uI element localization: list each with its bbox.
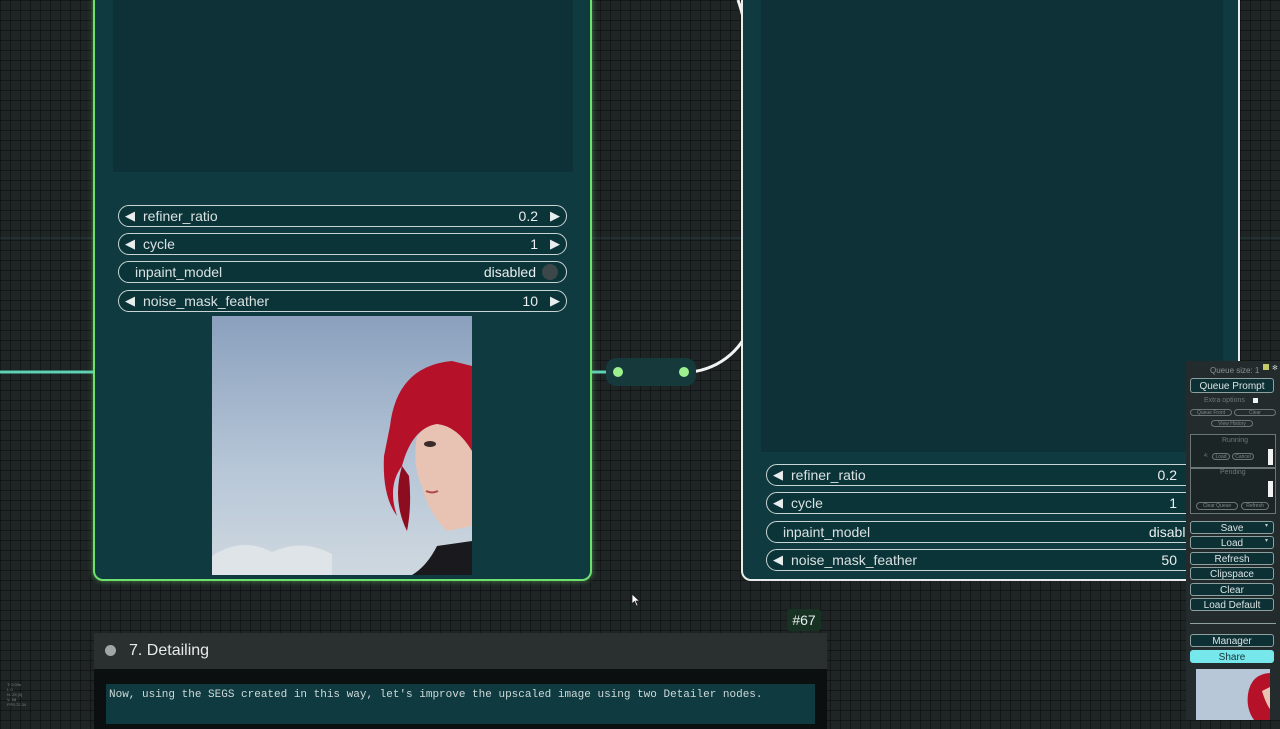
running-queue-box: Running 4: Load Cancel (1190, 434, 1276, 468)
decrement-arrow-icon[interactable]: ◀ (119, 293, 141, 309)
decrement-arrow-icon[interactable]: ◀ (767, 467, 789, 483)
canvas-stats: T: 0.00s I: 0 N: 25 [4] V: 58 FPS:72.34 (7, 682, 26, 707)
pending-label: Pending (1220, 469, 1246, 476)
detailer-node-left[interactable]: ◀ refiner_ratio 0.2 ▶ ◀ cycle 1 ▶ inpain… (93, 0, 592, 581)
settings-gear-icon[interactable] (1263, 364, 1269, 370)
widget-label: refiner_ratio (791, 467, 866, 483)
scrollbar[interactable] (1268, 449, 1273, 465)
input-slot-dot[interactable] (613, 367, 623, 377)
increment-arrow-icon[interactable]: ▶ (544, 236, 566, 252)
detailer-node-right[interactable]: ◀ refiner_ratio 0.2 ◀ cycle 1 inpaint_mo… (741, 0, 1240, 581)
increment-arrow-icon[interactable]: ▶ (544, 293, 566, 309)
load-default-button[interactable]: Load Default (1190, 598, 1274, 611)
widget-label: cycle (791, 495, 823, 511)
decrement-arrow-icon[interactable]: ◀ (119, 236, 141, 252)
panel-divider (1190, 623, 1276, 624)
panel-close-icon[interactable]: ✻ (1272, 364, 1278, 372)
increment-arrow-icon[interactable]: ▶ (544, 208, 566, 224)
refiner-ratio-widget[interactable]: ◀ refiner_ratio 0.2 ▶ (118, 205, 567, 227)
widget-label: noise_mask_feather (791, 552, 918, 568)
output-slot-dot[interactable] (679, 367, 689, 377)
widget-value: 10 (522, 293, 538, 309)
inpaint-model-toggle[interactable]: inpaint_model disabled (118, 261, 567, 283)
node-preview-area (113, 0, 573, 172)
share-button[interactable]: Share (1190, 650, 1274, 663)
widget-label: noise_mask_feather (143, 293, 270, 309)
queue-size-label: Queue size: 1 (1210, 366, 1260, 375)
widget-value: 0.2 (518, 208, 538, 224)
node-preview-area (761, 0, 1223, 452)
cycle-widget[interactable]: ◀ cycle 1 ▶ (118, 233, 567, 255)
group-title: 7. Detailing (129, 642, 210, 659)
workflow-canvas[interactable]: ◀ refiner_ratio 0.2 ▶ ◀ cycle 1 ▶ inpain… (0, 0, 1280, 729)
noise-mask-feather-widget[interactable]: ◀ noise_mask_feather 10 ▶ (118, 290, 567, 312)
widget-value: disabled (483, 264, 536, 280)
group-title-bar[interactable]: 7. Detailing (94, 633, 827, 669)
load-running-button[interactable]: Load (1212, 453, 1230, 460)
pending-queue-box: Pending Clear Queue Refresh (1190, 468, 1276, 514)
scrollbar[interactable] (1268, 481, 1273, 497)
widget-value: 1 (530, 236, 538, 252)
load-button[interactable]: Load (1190, 536, 1274, 549)
decrement-arrow-icon[interactable]: ◀ (119, 208, 141, 224)
mouse-cursor-icon (631, 593, 641, 607)
save-dropdown-icon[interactable]: ▾ (1265, 522, 1268, 529)
clear-queue-button[interactable]: Clear Queue (1196, 502, 1238, 510)
noise-mask-feather-widget[interactable]: ◀ noise_mask_feather 50 (766, 549, 1236, 571)
save-button[interactable]: Save (1190, 521, 1274, 534)
running-item-number: 4: (1204, 453, 1209, 459)
widget-label: refiner_ratio (143, 208, 218, 224)
refiner-ratio-widget[interactable]: ◀ refiner_ratio 0.2 (766, 464, 1236, 486)
widget-label: cycle (143, 236, 175, 252)
output-image-preview (212, 316, 472, 575)
group-collapse-dot[interactable] (105, 645, 116, 656)
side-menu-panel: Queue size: 1 ✻ Queue Prompt Extra optio… (1186, 361, 1280, 720)
clear-button[interactable]: Clear (1190, 583, 1274, 596)
clear-small-button[interactable]: Clear (1234, 409, 1276, 416)
inpaint-model-toggle[interactable]: inpaint_model disabled (766, 521, 1236, 543)
history-thumbnail[interactable] (1196, 669, 1270, 720)
cancel-running-button[interactable]: Cancel (1232, 453, 1254, 460)
extra-options-checkbox[interactable] (1253, 398, 1258, 403)
stat-line: FPS:72.34 (7, 702, 26, 707)
cycle-widget[interactable]: ◀ cycle 1 (766, 492, 1236, 514)
widget-label: inpaint_model (135, 264, 223, 280)
manager-button[interactable]: Manager (1190, 634, 1274, 647)
widget-label: inpaint_model (783, 524, 871, 540)
running-label: Running (1222, 437, 1249, 444)
refresh-queue-button[interactable]: Refresh (1241, 502, 1269, 510)
decrement-arrow-icon[interactable]: ◀ (767, 552, 789, 568)
view-history-button[interactable]: View History (1211, 420, 1253, 427)
node-id-badge: #67 (787, 609, 821, 631)
note-textarea[interactable]: Now, using the SEGS created in this way,… (106, 684, 815, 724)
extra-options-label: Extra options (1204, 397, 1245, 404)
clipspace-button[interactable]: Clipspace (1190, 567, 1274, 580)
queue-prompt-button[interactable]: Queue Prompt (1190, 378, 1274, 393)
toggle-indicator[interactable] (542, 264, 558, 280)
load-dropdown-icon[interactable]: ▾ (1265, 537, 1268, 544)
queue-front-button[interactable]: Queue Front (1190, 409, 1232, 416)
decrement-arrow-icon[interactable]: ◀ (767, 495, 789, 511)
reroute-node[interactable] (606, 358, 696, 386)
refresh-button[interactable]: Refresh (1190, 552, 1274, 565)
